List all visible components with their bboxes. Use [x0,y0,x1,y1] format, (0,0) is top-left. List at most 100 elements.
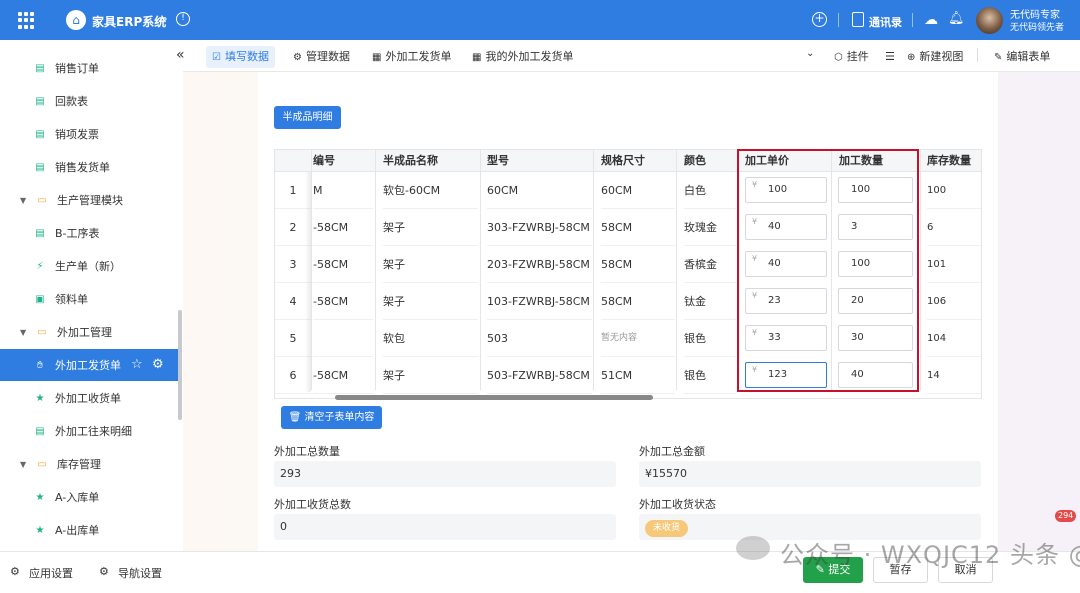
tab-my-outsource-delivery[interactable]: ▦ 我的外加工发货单 [466,46,579,68]
user-info[interactable]: 无代码专家 无代码领先者 [1010,9,1064,35]
tab-label: 管理数据 [305,50,350,63]
cell-color: 香槟金 [684,246,736,283]
cell-model: 203-FZWRBJ-58CM [487,246,592,283]
cell-spec: 58CM [601,246,675,283]
sidebar-item-label: 生产管理模块 [57,194,123,207]
col-header-color: 颜色 [684,154,706,167]
app-grid-icon[interactable] [18,12,35,29]
sidebar-item-label: 领料单 [55,293,88,306]
cell-name: 软包-60CM [383,172,478,209]
app-title[interactable]: 家具ERP系统 [92,13,166,30]
semi-finished-detail-button[interactable]: 半成品明细 [274,106,341,129]
gear-icon: ⚙ [293,52,302,63]
contacts-icon[interactable] [852,12,864,27]
tab-label: 我的外加工发货单 [485,50,574,63]
avatar[interactable] [976,7,1003,34]
cell-name: 架子 [383,246,478,283]
sidebar-item-label: 生产单（新） [55,260,121,273]
star-icon: ★ [35,491,45,503]
sidebar-group-outsourcing[interactable]: ▼ ▭ 外加工管理 [0,316,178,348]
sidebar-item-payment[interactable]: ▤ 回款表 [0,85,178,117]
cell-color: 钛金 [684,283,736,320]
gear-icon: ⚙ [99,565,109,578]
sidebar-item-sales-order[interactable]: ▤ 销售订单 [0,52,178,84]
tab-outsource-delivery[interactable]: ▦ 外加工发货单 [366,46,457,68]
sidebar-item-outsource-ledger[interactable]: ▤ 外加工往来明细 [0,415,178,447]
cell-stock: 104 [927,320,981,357]
sidebar-item-invoice[interactable]: ▤ 销项发票 [0,118,178,150]
sheet-icon: ▤ [35,425,45,437]
bell-icon[interactable]: 🔔︎ [948,11,965,26]
plugin-button[interactable]: ⬡ 挂件 [828,46,875,68]
cell-stock: 106 [927,283,981,320]
total-qty-field: 293 [274,461,616,487]
divider [676,150,677,390]
sidebar-item-outsource-receipt[interactable]: ★ 外加工收货单 [0,382,178,414]
list-icon[interactable]: ☰ [885,50,895,63]
cell-spec: 58CM [601,283,675,320]
sidebar-item-label: 外加工往来明细 [55,425,132,438]
watermark: 公众号 · WXQJC12 头条 @速融云 [740,535,1080,570]
nav-settings-link[interactable]: 导航设置 [118,565,162,581]
hand-icon: ✋︎ [37,359,43,371]
sidebar-item-label: 外加工发货单 [55,359,121,372]
clear-subform-button[interactable]: 🗑︎ 清空子表单内容 [281,406,382,429]
sidebar-group-production[interactable]: ▼ ▭ 生产管理模块 [0,184,178,216]
frozen-column-shadow [305,172,311,392]
divider [912,13,913,27]
sidebar-item-sales-delivery[interactable]: ▤ 销售发货单 [0,151,178,183]
tab-label: 外加工发货单 [385,50,452,63]
plugin-icon: ⬡ [834,52,843,63]
sidebar-item-production-order[interactable]: ⚡︎ 生产单（新） [0,250,178,282]
sidebar-item-stock-out[interactable]: ★ A-出库单 [0,514,178,546]
add-icon[interactable]: + [812,12,827,27]
recv-total-label: 外加工收货总数 [274,498,351,511]
gear-icon[interactable]: ⚙ [152,357,164,372]
tab-fill-data[interactable]: ☑ 填写数据 [206,46,275,68]
edit-form-button[interactable]: ✎ 编辑表单 [988,46,1056,68]
form-icon: ☑ [212,52,221,63]
sidebar-item-stock-in[interactable]: ★ A-入库单 [0,481,178,513]
total-amount-label: 外加工总金额 [639,445,705,458]
recv-total-field: 0 [274,514,616,540]
sidebar-item-outsource-delivery[interactable]: ✋︎ 外加工发货单 ☆ ⚙ [0,349,178,381]
sidebar: ▤ 销售订单 ▤ 回款表 ▤ 销项发票 ▤ 销售发货单 ▼ ▭ 生产管理模块 ▤ B-工序表 … [0,40,183,551]
chevron-down-icon[interactable]: ⌄ [806,48,814,59]
cell-color: 白色 [684,172,736,209]
sidebar-item-material[interactable]: ▣ 领料单 [0,283,178,315]
chevron-down-icon[interactable]: ⌄ [160,11,169,24]
cloud-icon[interactable]: ☁ [924,12,938,28]
collapse-sidebar-icon[interactable]: « [176,47,185,63]
cell-model: 503-FZWRBJ-58CM [487,357,592,394]
cell-stock: 6 [927,209,981,246]
sidebar-item-label: 销售发货单 [55,161,110,174]
col-header-stock: 库存数量 [927,154,971,167]
new-view-button[interactable]: ⊕ 新建视图 [901,46,969,68]
sidebar-scrollbar[interactable] [178,310,182,420]
divider [920,150,921,390]
table-horizontal-scrollbar[interactable] [335,395,653,400]
info-icon[interactable]: ! [176,12,190,26]
cell-code: -58CM [313,357,373,394]
folder-icon: ▭ [37,326,47,338]
trash-icon: 🗑︎ [288,412,305,423]
divider [838,13,839,27]
star-icon[interactable]: ☆ [131,357,143,372]
lightning-icon: ⚡︎ [36,260,44,272]
gear-icon: ⚙ [10,565,20,578]
user-subtitle: 无代码领先者 [1010,23,1065,33]
contacts-link[interactable]: 通讯录 [869,14,902,30]
cart-icon: ▣ [35,293,45,305]
cell-model: 303-FZWRBJ-58CM [487,209,592,246]
recv-status-label: 外加工收货状态 [639,498,716,511]
sidebar-footer: ⚙ 应用设置 ⚙ 导航设置 [0,551,183,593]
sidebar-item-label: 销项发票 [55,128,99,141]
cell-model: 60CM [487,172,592,209]
tab-manage-data[interactable]: ⚙ 管理数据 [287,46,356,68]
cell-name: 架子 [383,209,478,246]
cell-color: 玫瑰金 [684,209,736,246]
home-icon[interactable]: ⌂ [66,10,86,30]
app-settings-link[interactable]: 应用设置 [29,565,73,581]
sidebar-group-inventory[interactable]: ▼ ▭ 库存管理 [0,448,178,480]
sidebar-item-process[interactable]: ▤ B-工序表 [0,217,178,249]
